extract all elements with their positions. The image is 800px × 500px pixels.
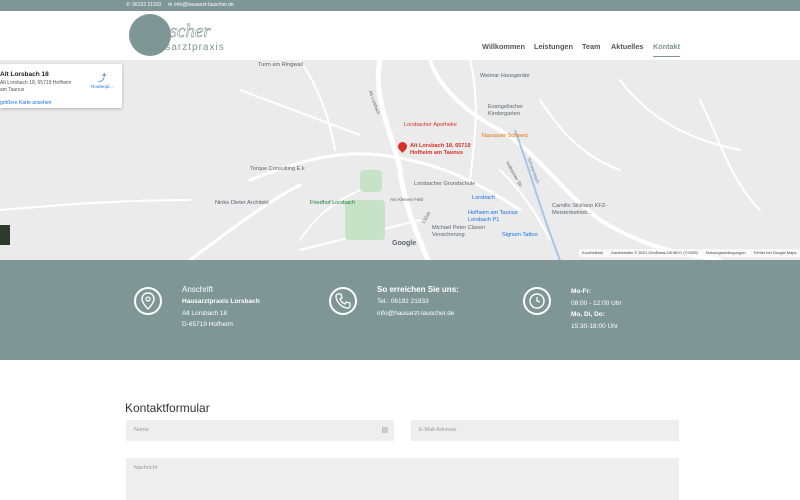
- map-place: Weimar Hausgeräte: [480, 73, 530, 79]
- logo-graphic: Lauscher Hausarztpraxis: [129, 14, 225, 56]
- google-map[interactable]: Alt Lorsbach 18 Alt Lorsbach 18, 65719 H…: [0, 60, 800, 260]
- reach-heading: So erreichen Sie uns:: [377, 285, 459, 294]
- map-shortcuts-link[interactable]: Kurzbefehle: [582, 250, 603, 256]
- contact-email[interactable]: info@hausarzt-lauscher.de: [377, 308, 459, 320]
- map-place: Torque Consulting E.k: [250, 166, 305, 172]
- logo-subtitle: Hausarztpraxis: [144, 42, 225, 53]
- contact-info-band: Anschrift Hausarztpraxis Lorsbach Alt Lo…: [0, 260, 800, 360]
- topbar-email-text: info@hausarzt-lauscher.de: [174, 2, 234, 8]
- topbar-phone-text: 06192 21933: [132, 2, 162, 8]
- hours-time1: 08:00 - 12:00 Uhr: [571, 299, 622, 307]
- address-heading: Anschrift: [182, 285, 214, 294]
- topbar-email[interactable]: ✉ info@hausarzt-lauscher.de: [168, 2, 234, 8]
- map-card-title: Alt Lorsbach 18: [0, 71, 49, 78]
- hours-time2: 15:30-18:00 Uhr: [571, 322, 618, 330]
- message-field[interactable]: Nachricht: [126, 458, 679, 500]
- map-place: Turm am Ringwall: [258, 62, 303, 68]
- contact-phone[interactable]: Tel.: 06192 21933: [377, 296, 459, 308]
- map-report-link[interactable]: Fehler bei Google Maps: [754, 250, 797, 256]
- map-place: Ninke Dieter Architekt: [215, 200, 269, 206]
- address-street: Alt Lorsbach 18: [182, 309, 228, 317]
- map-place: Signum Tattoo: [502, 232, 538, 238]
- map-place: Camillo Siciliano KFZ-Meisterbetrieb...: [552, 203, 608, 216]
- hours-day2: Mo, Di, Do:: [571, 311, 605, 318]
- topbar-phone[interactable]: ✆ 06192 21933: [126, 2, 161, 8]
- google-logo: Google: [392, 240, 417, 247]
- top-bar: ✆ 06192 21933 ✉ info@hausarzt-lauscher.d…: [0, 0, 800, 11]
- contact-card-icon: ▤: [381, 427, 388, 434]
- nav-aktuelles[interactable]: Aktuelles: [611, 42, 643, 51]
- map-place: Lorsbach: [472, 195, 496, 201]
- map-info-card: Alt Lorsbach 18 Alt Lorsbach 18, 65719 H…: [0, 64, 122, 108]
- map-place: Lorsbacher Grundschule: [414, 181, 476, 187]
- name-field[interactable]: Name ▤: [126, 420, 394, 441]
- email-placeholder: E-Mail-Adresse: [419, 427, 457, 433]
- message-placeholder: Nachricht: [134, 465, 158, 471]
- phone-glyph: [335, 293, 351, 309]
- map-place: Lorsbacher Apotheke: [404, 122, 457, 128]
- hours-day1: Mo-Fr:: [571, 288, 592, 295]
- map-larger-link[interactable]: größere Karte ansehen: [0, 100, 51, 106]
- map-terms-link[interactable]: Nutzungsbedingungen: [706, 250, 746, 256]
- phone-icon: [329, 287, 357, 315]
- nav-willkommen[interactable]: Willkommen: [482, 42, 525, 51]
- map-place: Friedhof Lorsbach: [310, 200, 356, 206]
- map-route-button[interactable]: ⤴ Routenpl...: [90, 71, 114, 89]
- map-street: Am Kleinen Feld: [390, 197, 424, 202]
- clock-glyph: [529, 293, 545, 309]
- hours-block: Mo-Fr: 08:00 - 12:00 Uhr Mo, Di, Do: 15:…: [571, 286, 622, 332]
- location-icon: [134, 287, 162, 315]
- map-route-label: Routenpl...: [91, 84, 113, 89]
- map-footer: Kurzbefehle Kartendaten © 2021 GeoBasis-…: [579, 249, 800, 257]
- directions-icon: ⤴: [97, 73, 107, 83]
- address-city: D-65719 Hofheim: [182, 321, 233, 328]
- logo[interactable]: Lauscher Hausarztpraxis: [128, 13, 240, 57]
- site-header: Lauscher Hausarztpraxis Willkommen Leist…: [0, 11, 800, 60]
- practice-name: Hausarztpraxis Lorsbach: [182, 298, 260, 305]
- map-attribution: Kartendaten © 2021 GeoBasis-DE/BKG (©200…: [611, 250, 698, 255]
- map-place: Hofheim am Taunus Lorsbach P1: [468, 210, 518, 223]
- phone-icon: ✆: [126, 2, 131, 8]
- map-place: Evangelischer Kindergarten: [488, 104, 524, 117]
- map-place: Michael Peter Clasen Versicherung: [432, 225, 486, 238]
- nav-team[interactable]: Team: [582, 42, 601, 51]
- clock-icon: [523, 287, 551, 315]
- reach-block: So erreichen Sie uns: Tel.: 06192 21933 …: [377, 284, 459, 319]
- address-block: Anschrift Hausarztpraxis Lorsbach Alt Lo…: [182, 284, 260, 331]
- nav-kontakt[interactable]: Kontakt: [653, 42, 681, 57]
- map-place: Nassauer Schweiz: [482, 133, 529, 139]
- mail-icon: ✉: [168, 2, 173, 8]
- name-placeholder: Name: [134, 427, 149, 433]
- location-pin-glyph: [141, 292, 155, 310]
- map-card-address: Alt Lorsbach 18, 65719 Hofheim am Taunus: [0, 80, 72, 93]
- email-field[interactable]: E-Mail-Adresse: [411, 420, 679, 441]
- logo-script: Lauscher: [139, 21, 211, 42]
- form-title: Kontaktformular: [125, 401, 210, 415]
- nav-leistungen[interactable]: Leistungen: [534, 42, 573, 51]
- map-pin-label: Alt Lorsbach 18, 65719 Hofheim am Taunus: [410, 143, 471, 156]
